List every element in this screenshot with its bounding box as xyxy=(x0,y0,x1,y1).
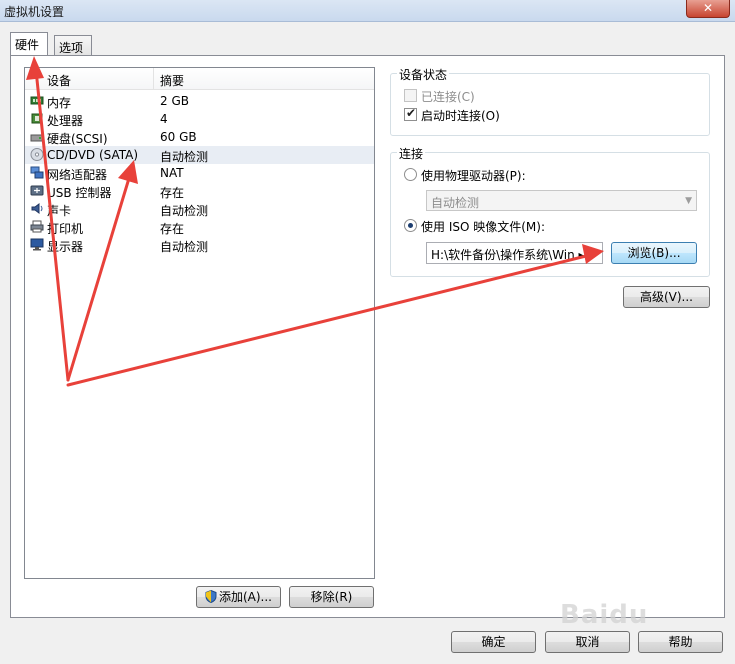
device-row-hard-disk[interactable]: 硬盘(SCSI) 60 GB xyxy=(25,128,374,146)
printer-icon xyxy=(30,220,44,233)
device-list[interactable]: 设备 摘要 内存 2 GB 处理器 4 硬盘(SCSI) 60 GB CD/DV… xyxy=(24,67,375,579)
close-icon: ✕ xyxy=(702,1,714,15)
chevron-down-icon: ▼ xyxy=(685,196,692,206)
use-physical-drive-label: 使用物理驱动器(P): xyxy=(421,169,526,183)
advanced-button[interactable]: 高级(V)... xyxy=(623,286,710,308)
uac-shield-icon xyxy=(205,590,217,603)
help-button[interactable]: 帮助 xyxy=(638,631,723,653)
column-header-summary[interactable]: 摘要 xyxy=(160,72,184,89)
column-header-device[interactable]: 设备 xyxy=(47,72,71,89)
device-row-printer[interactable]: 打印机 存在 xyxy=(25,218,374,236)
close-button[interactable]: ✕ xyxy=(686,0,730,18)
display-icon xyxy=(30,238,44,251)
window-title: 虚拟机设置 xyxy=(4,5,65,19)
use-iso-file-label: 使用 ISO 映像文件(M): xyxy=(421,220,545,234)
usb-icon xyxy=(30,185,44,196)
tab-hardware[interactable]: 硬件 xyxy=(10,32,48,55)
device-list-header: 设备 摘要 xyxy=(25,68,374,90)
hard-disk-icon xyxy=(30,134,44,142)
device-row-sound-card[interactable]: 声卡 自动检测 xyxy=(25,200,374,218)
remove-device-button[interactable]: 移除(R) xyxy=(289,586,374,608)
iso-path-input[interactable]: H:\软件备份\操作系统\Win ▸ xyxy=(426,242,603,264)
device-status-title: 设备状态 xyxy=(397,66,450,83)
device-row-cd-dvd[interactable]: CD/DVD (SATA) 自动检测 xyxy=(25,146,374,164)
device-row-display[interactable]: 显示器 自动检测 xyxy=(25,236,374,254)
connected-checkbox[interactable] xyxy=(404,89,417,102)
cancel-button[interactable]: 取消 xyxy=(545,631,630,653)
device-row-memory[interactable]: 内存 2 GB xyxy=(25,92,374,110)
device-row-usb-controller[interactable]: USB 控制器 存在 xyxy=(25,182,374,200)
device-row-processor[interactable]: 处理器 4 xyxy=(25,110,374,128)
add-device-button[interactable]: 添加(A)... xyxy=(196,586,281,608)
browse-button[interactable]: 浏览(B)... xyxy=(611,242,697,264)
use-iso-file-radio[interactable] xyxy=(404,219,417,232)
processor-icon xyxy=(31,113,43,124)
memory-icon xyxy=(30,96,44,105)
connection-group: 连接 使用物理驱动器(P): 自动检测 ▼ 使用 ISO 映像文件(M): H:… xyxy=(390,145,710,277)
device-status-group: 设备状态 已连接(C) 启动时连接(O) xyxy=(390,66,710,136)
title-bar: 虚拟机设置 ✕ xyxy=(0,0,735,22)
connected-label: 已连接(C) xyxy=(421,90,475,104)
column-divider[interactable] xyxy=(153,68,154,90)
use-physical-drive-radio[interactable] xyxy=(404,168,417,181)
cd-dvd-icon xyxy=(30,148,44,161)
physical-drive-select[interactable]: 自动检测 ▼ xyxy=(426,190,697,211)
connect-at-power-on-label: 启动时连接(O) xyxy=(421,109,500,123)
connection-title: 连接 xyxy=(397,145,426,162)
connect-at-power-on-checkbox[interactable] xyxy=(404,106,417,121)
tab-options[interactable]: 选项 xyxy=(54,35,92,55)
baidu-watermark: Baidu xyxy=(560,600,649,630)
network-adapter-icon xyxy=(30,166,44,179)
sound-card-icon xyxy=(31,203,43,214)
device-row-network-adapter[interactable]: 网络适配器 NAT xyxy=(25,164,374,182)
ok-button[interactable]: 确定 xyxy=(451,631,536,653)
